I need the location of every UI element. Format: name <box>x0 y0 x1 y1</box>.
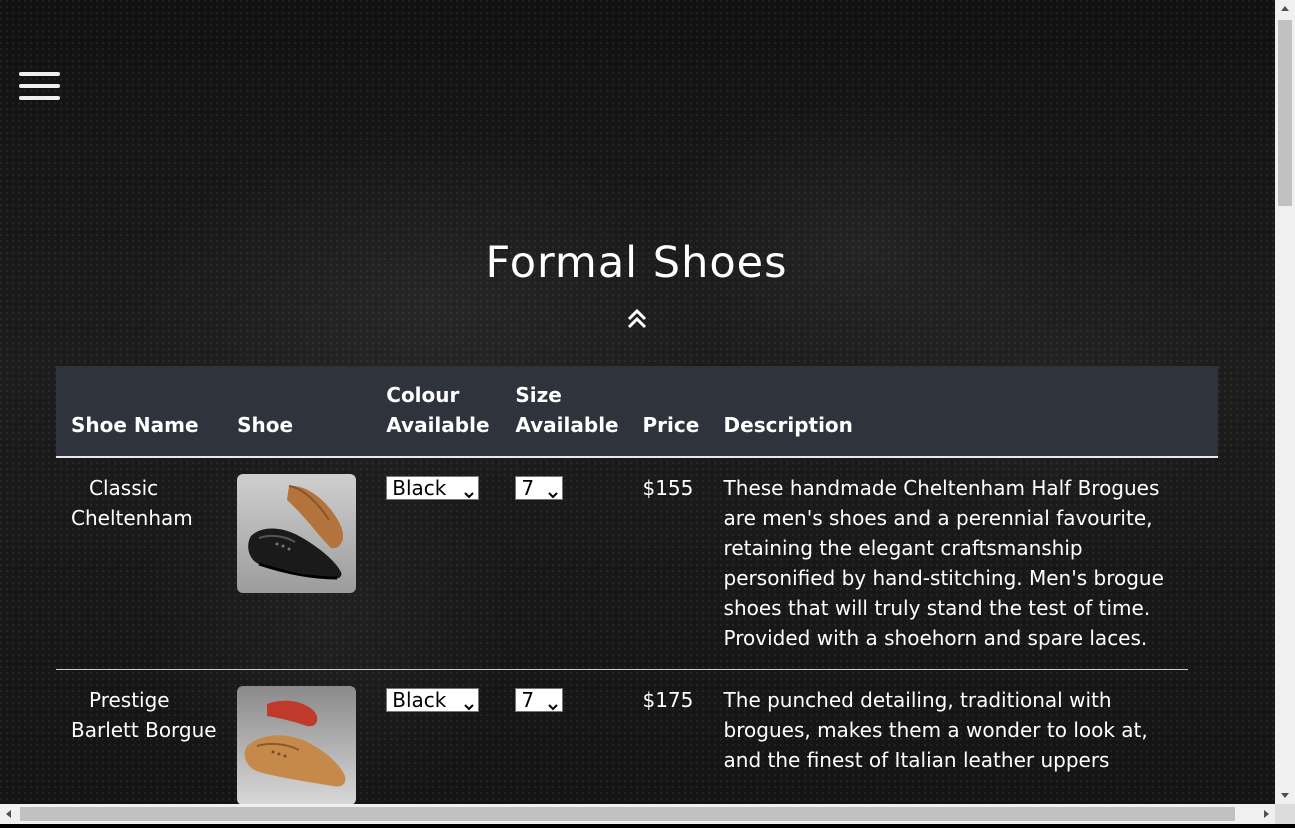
shoe-image-cell <box>237 670 386 804</box>
menu-bar <box>19 96 60 100</box>
header-price: Price <box>642 366 724 458</box>
colour-select[interactable]: Black <box>386 476 480 500</box>
shoe-name-cell: Prestige Barlett Borgue <box>56 670 237 805</box>
page-title: Formal Shoes <box>485 238 788 288</box>
header-description: Description <box>723 366 1188 458</box>
black-brogue-shoe-image <box>237 474 357 593</box>
tan-brogue-shoe-image <box>237 686 357 804</box>
table-row: Prestige Barlett Borgue Black 7 $175 The… <box>56 670 1218 805</box>
shoe-name-cell: Classic Cheltenham <box>56 457 238 670</box>
colour-select-value: Black <box>392 688 447 712</box>
header-spacer <box>1187 366 1218 458</box>
header-size: Size Available <box>515 366 643 458</box>
table-header-row: Shoe Name Shoe Colour Available Size Ava… <box>56 366 1218 458</box>
header-shoe-name: Shoe Name <box>56 366 238 458</box>
colour-cell: Black <box>386 670 515 805</box>
colour-cell: Black <box>386 457 516 670</box>
hamburger-menu-icon[interactable] <box>19 72 60 100</box>
colour-select-value: Black <box>392 476 447 500</box>
size-select[interactable]: 7 <box>515 688 564 712</box>
table-row: Classic Cheltenham Black 7 $155 These ha… <box>56 457 1218 670</box>
scroll-up-arrow-icon[interactable] <box>1275 0 1295 17</box>
scroll-right-arrow-icon[interactable] <box>1258 804 1275 824</box>
size-select-value: 7 <box>521 688 535 712</box>
chevron-down-icon <box>463 482 475 499</box>
horizontal-scroll-thumb[interactable] <box>20 807 1235 821</box>
scroll-left-arrow-icon[interactable] <box>0 804 17 824</box>
colour-select[interactable]: Black <box>386 688 480 712</box>
shoe-name-line1: Classic <box>89 476 159 500</box>
shoe-name-line2: Barlett Borgue <box>71 718 217 742</box>
chevron-down-icon <box>463 694 475 711</box>
vertical-scroll-thumb[interactable] <box>1278 20 1292 206</box>
vertical-scrollbar[interactable] <box>1275 0 1295 804</box>
price-cell: $155 <box>642 457 724 670</box>
price-cell: $175 <box>642 688 694 712</box>
description-cell: The punched detailing, traditional with … <box>723 688 1148 772</box>
row-spacer <box>1188 670 1218 805</box>
double-chevron-up-icon[interactable] <box>626 308 648 330</box>
scrollbar-corner <box>1275 804 1295 824</box>
row-spacer <box>1188 457 1218 670</box>
menu-bar <box>19 84 60 88</box>
shoe-name-line1: Prestige <box>89 688 170 712</box>
description-cell: These handmade Cheltenham Half Brogues a… <box>723 457 1188 670</box>
size-cell: 7 <box>515 457 643 670</box>
scroll-down-arrow-icon[interactable] <box>1275 787 1295 804</box>
chevron-down-icon <box>547 482 559 499</box>
shoe-image-cell <box>237 457 387 670</box>
header-shoe: Shoe <box>237 366 387 458</box>
header-colour: Colour Available <box>386 366 516 458</box>
chevron-down-icon <box>547 694 559 711</box>
size-cell: 7 <box>515 670 642 805</box>
horizontal-scrollbar[interactable] <box>0 804 1275 824</box>
size-select[interactable]: 7 <box>515 476 564 500</box>
size-select-value: 7 <box>521 476 535 500</box>
shoe-name-line2: Cheltenham <box>71 506 193 530</box>
page-background: Formal Shoes Shoe Name Shoe Colour Avail… <box>0 0 1275 804</box>
shoes-table: Shoe Name Shoe Colour Available Size Ava… <box>56 366 1218 804</box>
menu-bar <box>19 72 60 76</box>
